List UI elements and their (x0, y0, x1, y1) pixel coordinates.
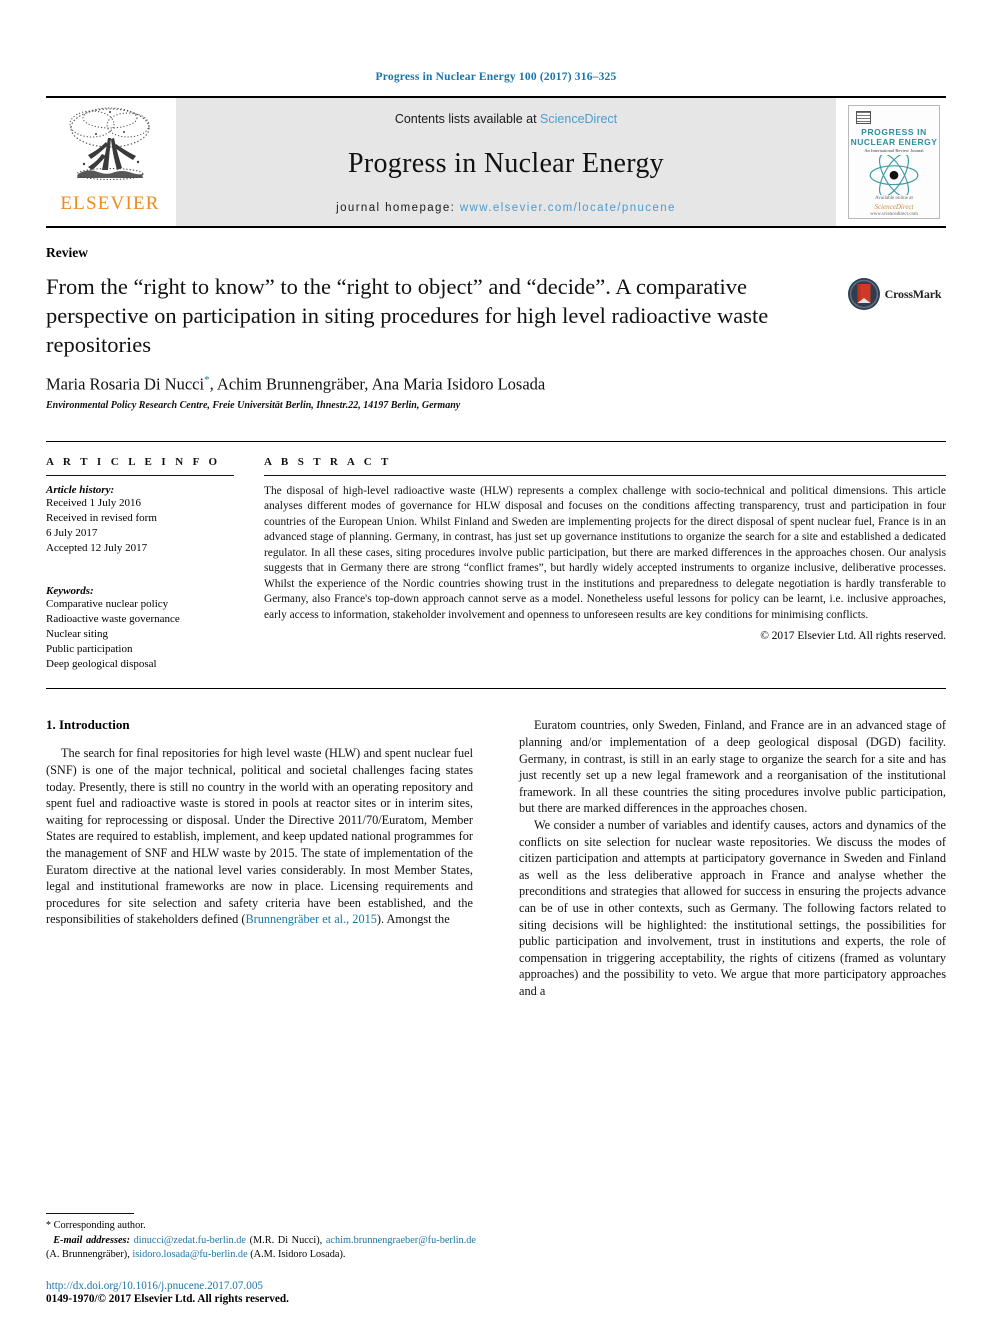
homepage-link[interactable]: www.elsevier.com/locate/pnucene (460, 202, 676, 214)
keyword-item: Deep geological disposal (46, 658, 157, 671)
paragraph: We consider a number of variables and id… (519, 818, 946, 998)
abstract-column: A B S T R A C T The disposal of high-lev… (264, 456, 946, 673)
cover-elsevier-mark-icon (856, 111, 871, 124)
elsevier-wordmark: ELSEVIER (60, 193, 160, 214)
keywords-label: Keywords: (46, 584, 94, 597)
paragraph: Euratom countries, only Sweden, Finland,… (519, 718, 946, 816)
crossmark-label: CrossMark (884, 286, 942, 301)
keyword-item: Public participation (46, 643, 133, 656)
elsevier-tree-icon (69, 107, 150, 181)
author-list: Maria Rosaria Di Nucci*, Achim Brunnengr… (46, 374, 946, 395)
author-first: Maria Rosaria Di Nucci (46, 374, 205, 394)
article-history-label: Article history: (46, 483, 115, 496)
cover-footer: Available online at ScienceDirect www.sc… (870, 196, 918, 218)
body-column-left: 1. Introduction The search for final rep… (46, 717, 473, 999)
cover-foot-available: Available online at (875, 196, 913, 202)
title-row: From the “right to know” to the “right t… (46, 261, 946, 359)
section-title-introduction: 1. Introduction (46, 717, 130, 733)
email-addresses: E-mail addresses: dinucci@zedat.fu-berli… (46, 1234, 476, 1263)
citation-link[interactable]: Brunnengräber et al., 2015 (245, 912, 376, 926)
affiliation: Environmental Policy Research Centre, Fr… (46, 399, 461, 411)
history-item: Accepted 12 July 2017 (46, 542, 148, 555)
abstract-heading: A B S T R A C T (264, 455, 392, 468)
cover-foot-sciencedirect: ScienceDirect (874, 202, 914, 211)
abstract-copyright: © 2017 Elsevier Ltd. All rights reserved… (760, 630, 946, 643)
paragraph-text-end: ). Amongst the (376, 912, 450, 927)
page-title: From the “right to know” to the “right t… (46, 274, 769, 357)
email-link-2[interactable]: achim.brunnengraeber@fu-berlin.de (326, 1235, 476, 1246)
doi-block: http://dx.doi.org/10.1016/j.pnucene.2017… (46, 1280, 476, 1305)
author-rest: , Achim Brunnengräber, Ana Maria Isidoro… (209, 374, 546, 394)
contents-prefix: Contents lists available at (394, 112, 541, 126)
journal-homepage-line: journal homepage: www.elsevier.com/locat… (336, 202, 676, 214)
email-owner-2: (A. Brunnengräber), (46, 1249, 130, 1261)
article-page: Progress in Nuclear Energy 100 (2017) 31… (0, 0, 992, 1323)
article-info-heading: A R T I C L E I N F O (46, 455, 221, 468)
corresponding-author-note: * Corresponding author. (46, 1219, 476, 1234)
footnote-block: * Corresponding author. E-mail addresses… (46, 1213, 476, 1263)
cover-title-line1: PROGRESS IN (861, 126, 927, 137)
sciencedirect-link[interactable]: ScienceDirect (540, 112, 617, 126)
paragraph-text: The search for final repositories for hi… (46, 746, 473, 927)
email-link-1[interactable]: dinucci@zedat.fu-berlin.de (134, 1235, 246, 1246)
keyword-item: Nuclear siting (46, 627, 109, 640)
article-type: Review (46, 245, 88, 260)
running-head: Progress in Nuclear Energy 100 (2017) 31… (375, 71, 617, 83)
info-divider (46, 474, 234, 476)
history-item: Received in revised form (46, 512, 157, 525)
keyword-item: Radioactive waste governance (46, 612, 180, 625)
doi-link[interactable]: http://dx.doi.org/10.1016/j.pnucene.2017… (46, 1280, 476, 1292)
contents-list-line: Contents lists available at ScienceDirec… (395, 112, 617, 126)
journal-masthead: ELSEVIER Contents lists available at Sci… (46, 96, 946, 228)
body-column-right: Euratom countries, only Sweden, Finland,… (519, 717, 946, 999)
atom-icon (869, 154, 919, 196)
journal-title: Progress in Nuclear Energy (348, 148, 664, 179)
abstract-divider (264, 474, 946, 476)
cover-title-line2: NUCLEAR ENERGY (850, 136, 938, 147)
info-abstract-block: A R T I C L E I N F O Article history: R… (46, 440, 946, 690)
asterisk-icon: * (46, 1220, 51, 1232)
footnote-divider (46, 1213, 134, 1215)
homepage-label: journal homepage: (336, 202, 460, 214)
crossmark-badge[interactable]: CrossMark (842, 277, 946, 311)
issn-copyright-line: 0149-1970/© 2017 Elsevier Ltd. All right… (46, 1293, 289, 1305)
article-info-column: A R T I C L E I N F O Article history: R… (46, 456, 264, 673)
keyword-item: Comparative nuclear policy (46, 597, 169, 610)
body-columns: 1. Introduction The search for final rep… (46, 717, 946, 999)
corresponding-author-text: Corresponding author. (53, 1220, 146, 1232)
keywords-block: Keywords: Comparative nuclear policy Rad… (46, 585, 234, 673)
elsevier-logo: ELSEVIER (46, 98, 174, 226)
journal-cover-thumbnail: PROGRESS IN NUCLEAR ENERGY An Internatio… (842, 98, 946, 226)
crossmark-icon (847, 278, 880, 310)
cover-bottom-bar (849, 218, 939, 219)
abstract-text: The disposal of high-level radioactive w… (264, 484, 946, 621)
email-label: E-mail addresses: (53, 1234, 130, 1246)
cover-foot-url: www.sciencedirect.com (870, 211, 918, 217)
history-item: 6 July 2017 (46, 527, 98, 540)
paragraph: The search for final repositories for hi… (46, 745, 473, 928)
email-link-3[interactable]: isidoro.losada@fu-berlin.de (132, 1249, 247, 1260)
journal-band: Contents lists available at ScienceDirec… (176, 98, 836, 226)
cover-subtitle: An International Review Journal (864, 147, 924, 153)
history-item: Received 1 July 2016 (46, 496, 142, 509)
email-owner-1: (M.R. Di Nucci), (249, 1234, 323, 1246)
email-owner-3: (A.M. Isidoro Losada). (250, 1249, 346, 1261)
